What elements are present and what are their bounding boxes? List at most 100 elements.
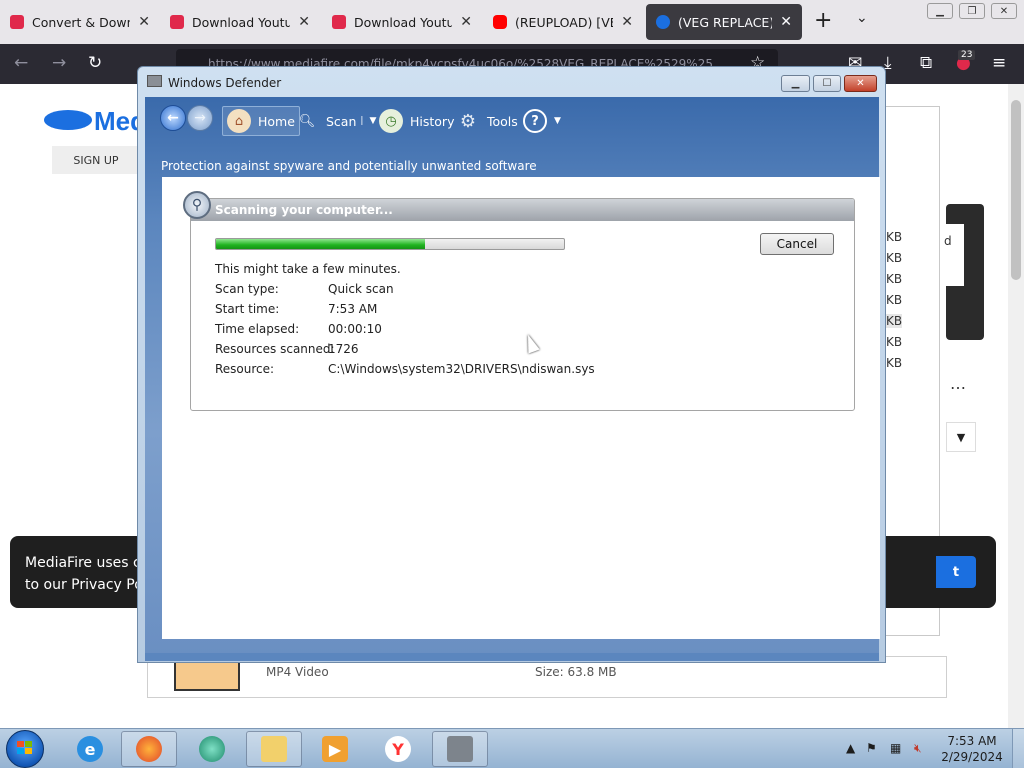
sign-up-button[interactable]: SIGN UP	[52, 146, 140, 174]
download-icon	[170, 15, 184, 29]
firefox-icon	[136, 736, 162, 762]
restore-button[interactable]: ❐	[959, 3, 985, 19]
scan-status-title: Scanning your computer...	[215, 203, 393, 217]
show-desktop-button[interactable]	[1012, 729, 1024, 768]
chevron-down-icon[interactable]: ▼	[369, 116, 376, 126]
browser-tab[interactable]: Download Youtube ✕	[160, 4, 320, 40]
new-tab-icon[interactable]: +	[814, 8, 832, 33]
browser-tab-strip: Convert & Download ✕ Download Youtube ✕ …	[0, 0, 1024, 44]
taskbar-windows-defender[interactable]	[432, 731, 488, 767]
maximize-button[interactable]: ☐	[813, 75, 841, 92]
defender-client-area: ← → ⌂ Home 🔍︎ Scan | ▼ ◷ History ⚙ Tools	[145, 97, 880, 657]
browser-tab-active[interactable]: (VEG REPLACE)[RE ✕	[646, 4, 802, 40]
forward-arrow-icon[interactable]: →	[52, 53, 66, 73]
resource-label: Resource:	[215, 362, 275, 376]
chevron-down-icon[interactable]: ▼	[554, 116, 561, 126]
browser-tab[interactable]: Convert & Download ✕	[0, 4, 160, 40]
home-label: Home	[258, 113, 295, 129]
more-options-icon[interactable]: …	[950, 374, 966, 393]
close-tab-icon[interactable]: ✕	[138, 14, 150, 30]
network-icon[interactable]: ▦	[890, 741, 901, 755]
divider: |	[360, 116, 364, 126]
file-type: MP4 Video	[266, 665, 329, 679]
magnifier-icon: 🔍︎	[298, 113, 316, 129]
tools-button[interactable]: ⚙ Tools	[456, 106, 518, 136]
media-center-icon	[199, 736, 225, 762]
browser-tab[interactable]: (REUPLOAD) [VEG R ✕	[483, 4, 643, 40]
cancel-scan-button[interactable]: Cancel	[760, 233, 834, 255]
resources-scanned-value: 1726	[328, 342, 359, 356]
menu-icon[interactable]: ≡	[992, 53, 1006, 73]
close-tab-icon[interactable]: ✕	[298, 14, 310, 30]
scan-progress-bar	[215, 238, 565, 250]
gear-icon: ⚙	[459, 110, 477, 132]
time-elapsed-value: 00:00:10	[328, 322, 382, 336]
scrollbar-thumb[interactable]	[1011, 100, 1021, 280]
file-explorer-icon	[261, 736, 287, 762]
tab-label: (VEG REPLACE)[RE	[678, 14, 773, 30]
size-unit: KB	[886, 314, 903, 328]
show-hidden-icons-chevron-icon[interactable]: ▲	[846, 741, 855, 755]
back-arrow-icon[interactable]: ←	[160, 105, 186, 131]
start-time-value: 7:53 AM	[328, 302, 378, 316]
close-button[interactable]: ✕	[991, 3, 1017, 19]
taskbar-firefox[interactable]	[121, 731, 177, 767]
size-unit: KB	[886, 293, 903, 307]
tab-label: Download Youtube	[354, 14, 453, 30]
system-clock[interactable]: 7:53 AM 2/29/2024	[940, 733, 1004, 765]
taskbar-yandex[interactable]: Y	[370, 731, 426, 767]
tab-label: Download Youtube	[192, 14, 291, 30]
mediafire-logo-mark-icon	[44, 110, 92, 130]
taskbar-media-center[interactable]	[184, 731, 240, 767]
scan-progress-fill	[216, 239, 425, 249]
windows-defender-icon	[447, 736, 473, 762]
size-unit: KB	[886, 251, 903, 265]
clock-date: 2/29/2024	[941, 750, 1003, 764]
size-unit: KB	[886, 356, 903, 370]
taskbar-file-explorer[interactable]	[246, 731, 302, 767]
help-icon: ?	[523, 109, 547, 133]
reload-icon[interactable]: ↻	[88, 53, 102, 73]
close-tab-icon[interactable]: ✕	[460, 14, 472, 30]
extensions-icon[interactable]: ⧉	[920, 53, 932, 73]
taskbar-media-player[interactable]: ▶	[307, 731, 363, 767]
dropdown-arrow-icon[interactable]: ▼	[946, 422, 976, 452]
scan-type-value: Quick scan	[328, 282, 394, 296]
close-tab-icon[interactable]: ✕	[621, 14, 633, 30]
download-icon	[10, 15, 24, 29]
window-title: Windows Defender	[168, 76, 282, 90]
time-elapsed-label: Time elapsed:	[215, 322, 300, 336]
minimize-button[interactable]: ▁	[927, 3, 953, 19]
forward-arrow-icon[interactable]: →	[187, 105, 213, 131]
download-icon	[332, 15, 346, 29]
panel-text: d	[944, 234, 952, 248]
defender-app-icon	[147, 75, 162, 87]
browser-tab[interactable]: Download Youtube ✕	[322, 4, 482, 40]
windows-logo-icon	[17, 741, 33, 755]
tab-label: Convert & Download	[32, 14, 130, 30]
list-tabs-chevron-icon[interactable]: ⌄	[856, 10, 868, 26]
help-button[interactable]: ? ▼	[523, 106, 561, 136]
tagline: Protection against spyware and potential…	[161, 159, 537, 173]
minimize-button[interactable]: ▁	[781, 75, 810, 92]
scan-status-panel: ⚲ Scanning your computer... Cancel This …	[183, 191, 855, 411]
size-unit: KB	[886, 272, 903, 286]
extensions-badge: 23	[958, 50, 976, 60]
volume-muted-icon[interactable]: 🔇︎	[914, 741, 922, 756]
home-button[interactable]: ⌂ Home	[222, 106, 300, 136]
history-label: History	[410, 113, 455, 129]
taskbar-internet-explorer[interactable]: e	[62, 731, 118, 767]
resources-scanned-label: Resources scanned:	[215, 342, 335, 356]
close-button[interactable]: ✕	[844, 75, 877, 92]
scan-button[interactable]: 🔍︎ Scan | ▼	[295, 106, 377, 136]
defender-content: ⚲ Scanning your computer... Cancel This …	[162, 177, 880, 639]
window-bottom-edge	[145, 653, 879, 661]
accept-cookies-button[interactable]: t	[936, 556, 976, 588]
back-arrow-icon[interactable]: ←	[14, 53, 28, 73]
history-button[interactable]: ◷ History	[379, 106, 454, 136]
tab-label: (REUPLOAD) [VEG R	[515, 14, 613, 30]
action-center-flag-icon[interactable]: ⚑	[866, 741, 877, 755]
scan-type-label: Scan type:	[215, 282, 279, 296]
close-tab-icon[interactable]: ✕	[780, 14, 792, 30]
clock-icon: ◷	[379, 109, 403, 133]
